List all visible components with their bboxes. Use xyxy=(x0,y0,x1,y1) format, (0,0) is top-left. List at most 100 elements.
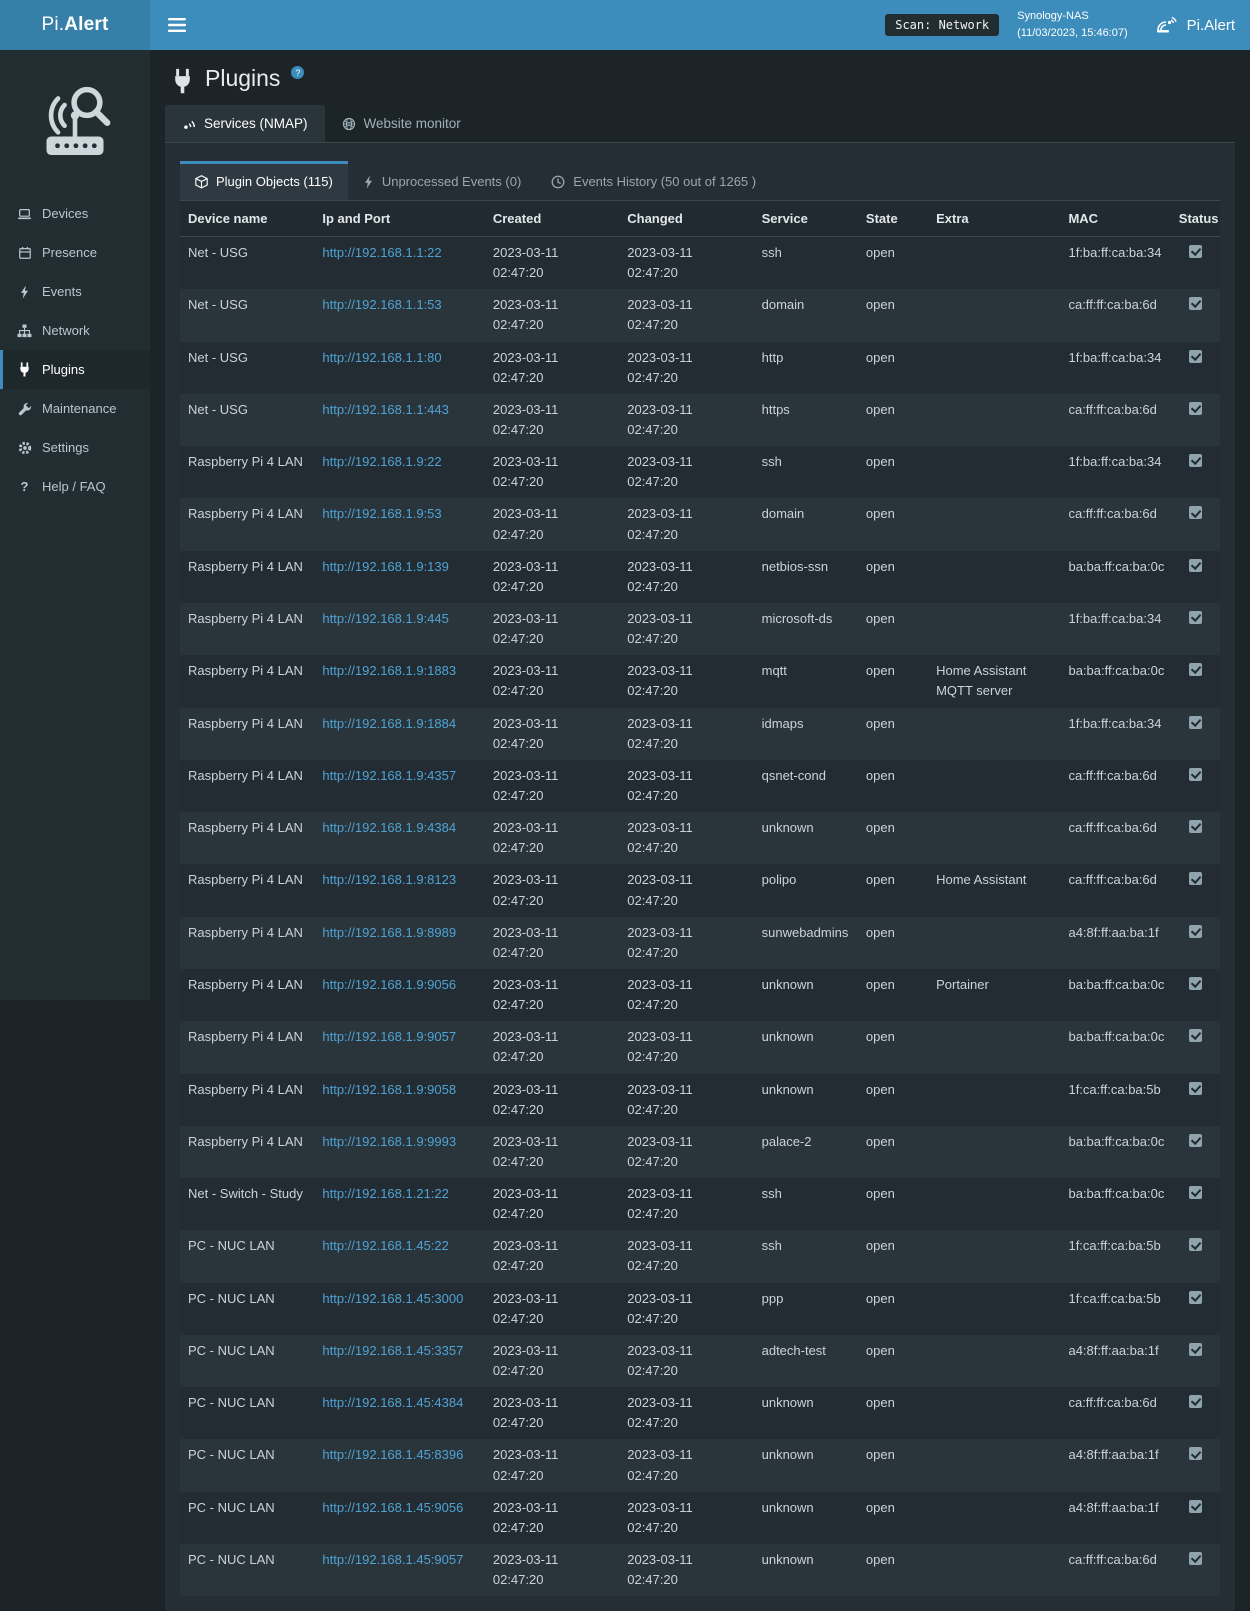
ip-port-link[interactable]: http://192.168.1.9:1883 xyxy=(322,663,456,678)
status-checkbox[interactable] xyxy=(1189,1291,1202,1304)
service-cell: idmaps xyxy=(754,708,858,760)
ip-port-link[interactable]: http://192.168.1.21:22 xyxy=(322,1186,449,1201)
ip-port-link[interactable]: http://192.168.1.9:22 xyxy=(322,454,441,469)
table-row: PC - NUC LANhttp://192.168.1.45:30002023… xyxy=(180,1283,1220,1335)
help-badge[interactable]: ? xyxy=(291,66,304,79)
tab-website-monitor[interactable]: Website monitor xyxy=(325,105,478,142)
state-cell: open xyxy=(858,342,928,394)
status-checkbox[interactable] xyxy=(1189,611,1202,624)
status-checkbox[interactable] xyxy=(1189,1447,1202,1460)
status-checkbox[interactable] xyxy=(1189,977,1202,990)
mac-cell: ca:ff:ff:ca:ba:6d xyxy=(1060,812,1170,864)
status-checkbox[interactable] xyxy=(1189,1552,1202,1565)
menu-icon[interactable] xyxy=(168,18,186,32)
status-checkbox[interactable] xyxy=(1189,350,1202,363)
ip-port-link[interactable]: http://192.168.1.1:53 xyxy=(322,297,441,312)
status-checkbox[interactable] xyxy=(1189,1395,1202,1408)
created-cell: 2023-03-11 02:47:20 xyxy=(485,603,619,655)
ip-port-cell: http://192.168.1.9:1883 xyxy=(314,655,484,707)
status-checkbox[interactable] xyxy=(1189,1500,1202,1513)
column-header-service[interactable]: Service xyxy=(754,201,858,237)
sidebar-item-help-faq[interactable]: ?Help / FAQ xyxy=(0,467,150,506)
status-checkbox[interactable] xyxy=(1189,1186,1202,1199)
ip-port-link[interactable]: http://192.168.1.45:22 xyxy=(322,1238,449,1253)
sidebar-item-events[interactable]: Events xyxy=(0,272,150,311)
status-checkbox[interactable] xyxy=(1189,820,1202,833)
ip-port-link[interactable]: http://192.168.1.9:4384 xyxy=(322,820,456,835)
column-header-device-name[interactable]: Device name xyxy=(180,201,314,237)
mac-cell: ca:ff:ff:ca:ba:6d xyxy=(1060,864,1170,916)
ip-port-link[interactable]: http://192.168.1.45:8396 xyxy=(322,1447,463,1462)
ip-port-link[interactable]: http://192.168.1.45:9057 xyxy=(322,1552,463,1567)
ip-port-link[interactable]: http://192.168.1.9:139 xyxy=(322,559,449,574)
tab-events-history[interactable]: Events History (50 out of 1265 ) xyxy=(536,161,771,200)
ip-port-link[interactable]: http://192.168.1.9:9057 xyxy=(322,1029,456,1044)
ip-port-link[interactable]: http://192.168.1.9:8123 xyxy=(322,872,456,887)
created-cell: 2023-03-11 02:47:20 xyxy=(485,1387,619,1439)
column-header-ip-and-port[interactable]: Ip and Port xyxy=(314,201,484,237)
sidebar-item-network[interactable]: Network xyxy=(0,311,150,350)
column-header-status[interactable]: Status xyxy=(1171,201,1220,237)
sidebar-item-settings[interactable]: Settings xyxy=(0,428,150,467)
column-header-mac[interactable]: MAC xyxy=(1060,201,1170,237)
created-cell: 2023-03-11 02:47:20 xyxy=(485,1178,619,1230)
sidebar-item-devices[interactable]: Devices xyxy=(0,194,150,233)
status-checkbox[interactable] xyxy=(1189,925,1202,938)
extra-cell: Home Assistant xyxy=(928,864,1060,916)
table-row: Raspberry Pi 4 LANhttp://192.168.1.9:188… xyxy=(180,655,1220,707)
ip-port-link[interactable]: http://192.168.1.1:80 xyxy=(322,350,441,365)
ip-port-link[interactable]: http://192.168.1.9:8989 xyxy=(322,925,456,940)
status-checkbox[interactable] xyxy=(1189,559,1202,572)
ip-port-link[interactable]: http://192.168.1.9:9993 xyxy=(322,1134,456,1149)
status-checkbox[interactable] xyxy=(1189,454,1202,467)
ip-port-link[interactable]: http://192.168.1.1:22 xyxy=(322,245,441,260)
status-checkbox[interactable] xyxy=(1189,402,1202,415)
ip-port-link[interactable]: http://192.168.1.45:3000 xyxy=(322,1291,463,1306)
column-header-state[interactable]: State xyxy=(858,201,928,237)
status-cell xyxy=(1171,394,1220,446)
column-header-created[interactable]: Created xyxy=(485,201,619,237)
extra-cell xyxy=(928,551,1060,603)
app-logo[interactable]: Pi.Alert xyxy=(0,0,150,50)
created-cell: 2023-03-11 02:47:20 xyxy=(485,394,619,446)
column-header-changed[interactable]: Changed xyxy=(619,201,753,237)
mac-cell: 1f:ba:ff:ca:ba:34 xyxy=(1060,708,1170,760)
ip-port-link[interactable]: http://192.168.1.9:445 xyxy=(322,611,449,626)
tab-plugin-objects[interactable]: Plugin Objects (115) xyxy=(180,161,348,200)
table-row: Net - Switch - Studyhttp://192.168.1.21:… xyxy=(180,1178,1220,1230)
column-header-extra[interactable]: Extra xyxy=(928,201,1060,237)
status-checkbox[interactable] xyxy=(1189,1238,1202,1251)
ip-port-link[interactable]: http://192.168.1.45:4384 xyxy=(322,1395,463,1410)
state-cell: open xyxy=(858,969,928,1021)
device-name-cell: Raspberry Pi 4 LAN xyxy=(180,1126,314,1178)
ip-port-link[interactable]: http://192.168.1.9:9056 xyxy=(322,977,456,992)
tab-unprocessed-events[interactable]: Unprocessed Events (0) xyxy=(348,161,536,200)
ip-port-link[interactable]: http://192.168.1.9:53 xyxy=(322,506,441,521)
sidebar-item-maintenance[interactable]: Maintenance xyxy=(0,389,150,428)
created-cell: 2023-03-11 02:47:20 xyxy=(485,864,619,916)
created-cell: 2023-03-11 02:47:20 xyxy=(485,237,619,290)
ip-port-link[interactable]: http://192.168.1.45:3357 xyxy=(322,1343,463,1358)
status-checkbox[interactable] xyxy=(1189,872,1202,885)
status-checkbox[interactable] xyxy=(1189,1134,1202,1147)
status-checkbox[interactable] xyxy=(1189,768,1202,781)
ip-port-link[interactable]: http://192.168.1.9:1884 xyxy=(322,716,456,731)
status-checkbox[interactable] xyxy=(1189,663,1202,676)
ip-port-link[interactable]: http://192.168.1.9:4357 xyxy=(322,768,456,783)
sidebar-item-plugins[interactable]: Plugins xyxy=(0,350,150,389)
brand-link[interactable]: Pi.Alert xyxy=(1146,16,1235,34)
tab-services-nmap[interactable]: Services (NMAP) xyxy=(165,105,325,142)
status-checkbox[interactable] xyxy=(1189,1082,1202,1095)
changed-cell: 2023-03-11 02:47:20 xyxy=(619,1283,753,1335)
ip-port-link[interactable]: http://192.168.1.1:443 xyxy=(322,402,449,417)
status-checkbox[interactable] xyxy=(1189,245,1202,258)
status-checkbox[interactable] xyxy=(1189,1343,1202,1356)
status-checkbox[interactable] xyxy=(1189,297,1202,310)
status-checkbox[interactable] xyxy=(1189,1029,1202,1042)
status-checkbox[interactable] xyxy=(1189,506,1202,519)
sidebar-item-presence[interactable]: Presence xyxy=(0,233,150,272)
status-checkbox[interactable] xyxy=(1189,716,1202,729)
ip-port-link[interactable]: http://192.168.1.45:9056 xyxy=(322,1500,463,1515)
ip-port-link[interactable]: http://192.168.1.9:9058 xyxy=(322,1082,456,1097)
page-header: Plugins ? xyxy=(165,50,1235,105)
